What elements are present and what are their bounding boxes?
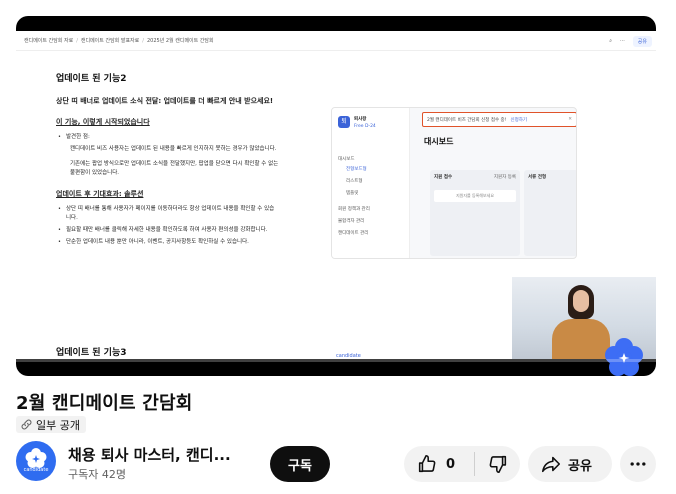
app-dashboard-title: 대시보드: [424, 137, 454, 146]
app-update-banner: 2월 캔디데이트 비즈 간담회 신청 접수 중! 신청하기 ✕: [422, 112, 576, 127]
app-nav-item: 전형보드형: [346, 167, 367, 172]
doc-content: 업데이트 된 기능2 상단 띠 배너로 업데이트 소식 전달: 업데이트를 더 …: [56, 61, 326, 361]
doc-share-chip: 공유: [632, 35, 652, 47]
doc-problem-line: 기존에는 팝업 방식으로만 업데이트 소식을 전달했지만, 팝업을 닫으면 다시…: [70, 161, 279, 167]
visibility-badge: 일부 공개: [16, 416, 86, 433]
doc-problem-label: 발견한 점:: [66, 134, 90, 140]
search-icon: ⌕: [609, 38, 613, 44]
doc-problem-line: 캔디데이트 비즈 사용자는 업데이트 된 내용을 빠르게 인지하지 못하는 경우…: [70, 146, 277, 152]
app-nav-item: 불합격자 관리: [338, 219, 365, 224]
doc-problem-line: 불편함이 있었습니다.: [70, 170, 120, 176]
app-org-logo: 퇴: [338, 116, 350, 128]
video-frame: 캔디메이트 간담회 자료 / 캔디메이트 간담회 발표자료 / 2025년 2월…: [16, 31, 656, 376]
share-arrow-icon: [541, 456, 561, 473]
channel-name[interactable]: 채용 퇴사 마스터, 캔디...: [68, 444, 231, 465]
video-title: 2월 캔디메이트 간담회: [16, 393, 193, 414]
like-count: 0: [446, 456, 456, 472]
video-progress-bar[interactable]: [16, 359, 656, 362]
visibility-label: 일부 공개: [36, 418, 80, 432]
doc-crumb: 2025년 2월 캔디메이트 간담회: [146, 38, 214, 44]
link-icon: [21, 419, 32, 430]
candidate-flower-logo: [605, 338, 643, 376]
doc-headline: 상단 띠 배너로 업데이트 소식 전달: 업데이트를 더 빠르게 안내 받으세요…: [56, 97, 274, 105]
doc-solution-line: 니다.: [66, 215, 78, 221]
app-sidebar: 퇴 퇴사왕 Free D-24 대시보드 전형보드형 리스트형 템플릿 회원 정…: [332, 108, 410, 258]
like-dislike-group: 0: [404, 446, 520, 482]
avatar-text: candidate: [23, 467, 49, 473]
share-label: 공유: [568, 458, 592, 474]
more-icon: ···: [620, 38, 625, 44]
app-nav-item: 대시보드: [338, 157, 355, 162]
app-nav-item: 템플릿: [346, 191, 359, 196]
app-plan: Free D-24: [354, 124, 376, 129]
app-board-column: 서류 전형: [524, 170, 576, 256]
doc-breadcrumb: 캔디메이트 간담회 자료 / 캔디메이트 간담회 발표자료 / 2025년 2월…: [16, 31, 656, 51]
app-nav-item: 캔디데이트 관리: [338, 231, 369, 236]
doc-crumb: 캔디메이트 간담회 발표자료: [80, 38, 140, 44]
doc-next-section: 업데이트 된 기능3: [56, 348, 127, 358]
doc-solution-line: 필요할 때만 배너를 클릭해 자세한 내용을 확인하도록 하여 사용자 편의성을…: [66, 227, 268, 233]
app-org-name: 퇴사왕: [354, 117, 367, 122]
thumbs-down-icon: [489, 455, 506, 474]
channel-avatar[interactable]: candidate: [16, 441, 56, 481]
doc-section-title: 업데이트 된 기능2: [56, 74, 127, 84]
subscriber-count: 구독자 42명: [68, 468, 126, 481]
app-nav-item: 리스트형: [346, 179, 363, 184]
app-nav-item: 회원 정책과 관리: [338, 207, 370, 212]
dislike-button[interactable]: [475, 446, 520, 482]
more-horizontal-icon: [630, 462, 646, 466]
more-actions-button[interactable]: [620, 446, 656, 482]
thumbs-up-icon: [418, 454, 436, 473]
app-screenshot: 퇴 퇴사왕 Free D-24 대시보드 전형보드형 리스트형 템플릿 회원 정…: [331, 107, 577, 259]
like-button[interactable]: 0: [404, 446, 474, 482]
doc-solution-line: 상단 띠 배너를 통해 사용자가 페이지를 이동하더라도 항상 업데이트 내용을…: [66, 206, 275, 212]
video-player[interactable]: 캔디메이트 간담회 자료 / 캔디메이트 간담회 발표자료 / 2025년 2월…: [16, 16, 656, 376]
youtube-watch-page: 캔디메이트 간담회 자료 / 캔디메이트 간담회 발표자료 / 2025년 2월…: [0, 0, 676, 494]
doc-crumb: 캔디메이트 간담회 자료: [24, 38, 74, 44]
app-board-column: 지원 접수 지원자 등록 지원자를 등록해보세요: [430, 170, 520, 256]
share-button[interactable]: 공유: [528, 446, 612, 482]
doc-subheading: 업데이트 후 기대효과: 솔루션: [56, 190, 144, 198]
close-icon: ✕: [568, 117, 572, 122]
subscribe-button[interactable]: 구독: [270, 446, 330, 482]
doc-tools: ⌕ ··· 공유: [601, 31, 656, 51]
doc-solution-line: 단순한 업데이트 내용 뿐만 아니라, 이벤트, 공지사항등도 확인하실 수 있…: [66, 239, 249, 245]
doc-subheading: 이 기능, 이렇게 시작되었습니다: [56, 118, 150, 126]
candidate-flower-icon: [25, 448, 47, 468]
